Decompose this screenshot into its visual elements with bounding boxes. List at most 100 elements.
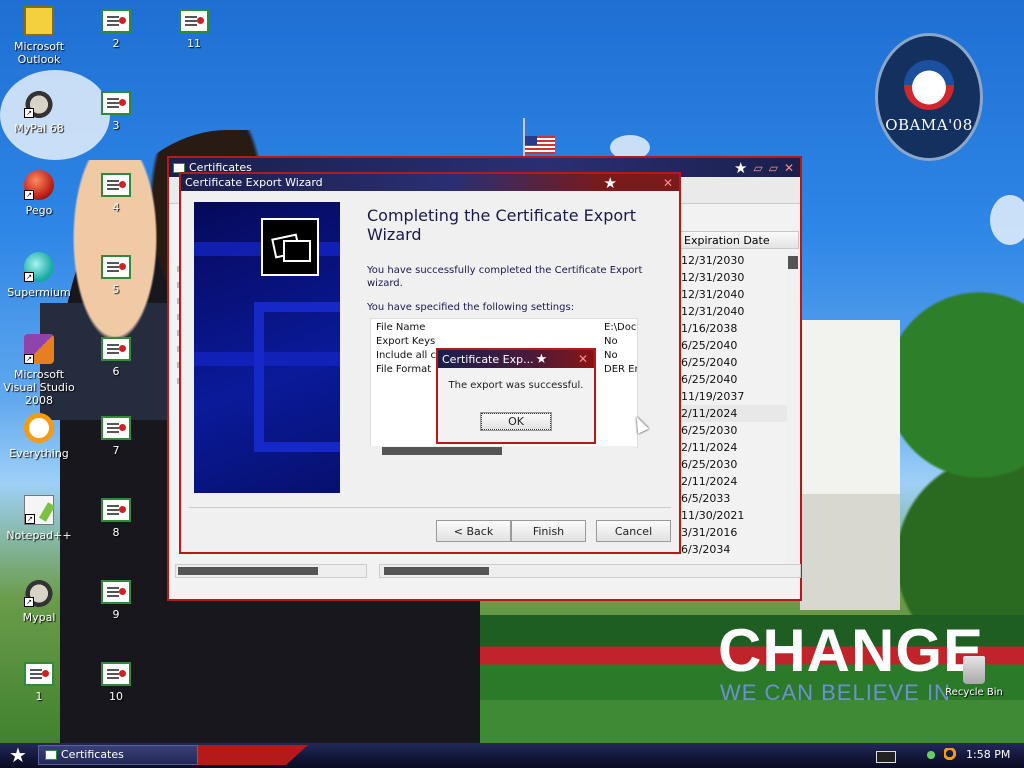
desktop-icon-label: 5 [112, 283, 120, 296]
desktop-icon-outlook[interactable]: Microsoft Outlook [0, 6, 78, 66]
close-icon[interactable]: ✕ [784, 161, 794, 175]
table-row[interactable]: 12/31/2030 [679, 269, 789, 286]
shortcut-arrow-icon: ↗ [24, 597, 34, 607]
wizard-titlebar[interactable]: Certificate Export Wizard ★ ✕ [181, 174, 679, 192]
desktop-icon-label: 3 [112, 119, 120, 132]
desktop-icon-label: 9 [112, 608, 120, 621]
table-row[interactable]: 6/25/2040 [679, 354, 789, 371]
mypal-icon: ↗ [24, 88, 54, 118]
recycle-bin-label: Recycle Bin [945, 687, 1003, 698]
desktop-icon-supermium[interactable]: ↗ Supermium [0, 252, 78, 299]
certificate-icon [179, 9, 209, 33]
msgbox-titlebar[interactable]: Certificate Exp... ★ ✕ [438, 350, 594, 368]
scroll-thumb[interactable] [788, 256, 798, 269]
setting-name: File Name [376, 322, 426, 333]
close-icon[interactable]: ✕ [578, 352, 588, 366]
table-row[interactable]: 2/11/2024 [679, 405, 789, 422]
white-house [800, 320, 900, 610]
minimize-icon[interactable]: ▱ [753, 161, 762, 175]
recycle-bin[interactable]: Recycle Bin [944, 656, 1004, 698]
lawn [440, 700, 1024, 745]
logo-emblem [904, 60, 954, 110]
start-button[interactable]: ★ [4, 745, 32, 766]
desktop-icon-cert-11[interactable]: 11 [155, 6, 233, 50]
desktop-icon-pego[interactable]: ↗ Pego [0, 170, 78, 217]
msgbox-title: Certificate Exp... [442, 352, 534, 366]
table-row[interactable]: 6/25/2040 [679, 371, 789, 388]
desktop-icon-notepadpp[interactable]: ↗ Notepad++ [0, 495, 78, 542]
desktop-icon-mypal68[interactable]: ↗ MyPal 68 [0, 88, 78, 135]
table-row[interactable]: 6/3/2034 [679, 541, 789, 558]
table-row[interactable]: 11/30/2021 [679, 507, 789, 524]
shortcut-arrow-icon: ↗ [24, 272, 34, 282]
wizard-title: Certificate Export Wizard [185, 176, 323, 189]
search-icon[interactable] [944, 748, 958, 762]
desktop-icon-label: Pego [25, 204, 53, 217]
finish-button[interactable]: Finish [511, 520, 586, 542]
desktop-icon-cert-3[interactable]: 3 [77, 88, 155, 132]
desktop-icon-cert-1[interactable]: 1 [0, 659, 78, 703]
star-icon[interactable]: ★ [734, 159, 747, 177]
table-row[interactable]: 12/31/2040 [679, 303, 789, 320]
star-icon[interactable]: ★ [603, 174, 616, 192]
us-flag [525, 136, 555, 154]
desktop-icon-cert-9[interactable]: 9 [77, 577, 155, 621]
table-row[interactable]: 11/19/2037 [679, 388, 789, 405]
clock[interactable]: 1:58 PM [966, 748, 1010, 761]
star-icon: ★ [9, 743, 27, 767]
desktop-icon-label: 11 [187, 37, 201, 50]
desktop-icon-cert-4[interactable]: 4 [77, 170, 155, 214]
desktop-icon-label: Mypal [22, 611, 56, 624]
table-row[interactable]: 1/16/2038 [679, 320, 789, 337]
desktop-icon-mypal[interactable]: ↗ Mypal [0, 577, 78, 624]
sub-slogan: WE CAN BELIEVE IN [720, 680, 951, 705]
vertical-scrollbar[interactable] [787, 252, 799, 562]
scroll-thumb[interactable] [382, 447, 502, 455]
cloud [990, 195, 1024, 245]
desktop-icon-everything[interactable]: Everything [0, 413, 78, 460]
column-header-expiration[interactable]: Expiration Date [679, 231, 799, 249]
desktop-icon-visual-studio[interactable]: ↗ Microsoft Visual Studio 2008 [0, 334, 78, 407]
desktop-icon-cert-6[interactable]: 6 [77, 334, 155, 378]
logo-text: OBAMA'08 [885, 116, 973, 134]
close-icon[interactable]: ✕ [663, 176, 673, 190]
desktop-icon-label: 7 [112, 444, 120, 457]
desktop-icon-cert-10[interactable]: 10 [77, 659, 155, 703]
certificate-icon [101, 416, 131, 440]
certificate-icon [101, 337, 131, 361]
desktop-icon-cert-5[interactable]: 5 [77, 252, 155, 296]
wizard-heading: Completing the Certificate Export Wizard [367, 206, 637, 244]
certificate-icon [101, 173, 131, 197]
maximize-icon[interactable]: ▱ [769, 161, 778, 175]
keyboard-icon[interactable] [876, 751, 896, 763]
table-row[interactable]: 6/25/2030 [679, 422, 789, 439]
table-row[interactable]: 12/31/2040 [679, 286, 789, 303]
taskbar-item-certificates[interactable]: Certificates [38, 745, 198, 765]
table-row[interactable]: 2/11/2024 [679, 439, 789, 456]
table-row[interactable]: 3/31/2016 [679, 524, 789, 541]
visual-studio-icon: ↗ [24, 334, 54, 364]
table-row[interactable]: 6/5/2033 [679, 490, 789, 507]
horizontal-scrollbar[interactable] [175, 564, 367, 578]
horizontal-scrollbar[interactable] [379, 564, 801, 578]
desktop-icon-cert-2[interactable]: 2 [77, 6, 155, 50]
table-row[interactable]: 6/25/2040 [679, 337, 789, 354]
mypal-icon: ↗ [24, 577, 54, 607]
desktop-icon-cert-7[interactable]: 7 [77, 413, 155, 457]
setting-name: Include all ce [376, 350, 443, 361]
table-row[interactable]: 12/31/2030 [679, 252, 789, 269]
shortcut-arrow-icon: ↗ [25, 514, 35, 524]
network-icon[interactable] [924, 748, 938, 762]
star-icon[interactable]: ★ [536, 352, 548, 367]
back-button[interactable]: < Back [436, 520, 511, 542]
msgbox-message: The export was successful. [448, 380, 584, 391]
settings-scrollbar[interactable] [370, 446, 636, 456]
cancel-button[interactable]: Cancel [596, 520, 671, 542]
scroll-thumb[interactable] [384, 567, 489, 575]
ok-button[interactable]: OK [480, 412, 552, 431]
desktop-icon-cert-8[interactable]: 8 [77, 495, 155, 539]
table-row[interactable]: 6/25/2030 [679, 456, 789, 473]
separator [189, 507, 671, 508]
table-row[interactable]: 2/11/2024 [679, 473, 789, 490]
scroll-thumb[interactable] [178, 567, 318, 575]
